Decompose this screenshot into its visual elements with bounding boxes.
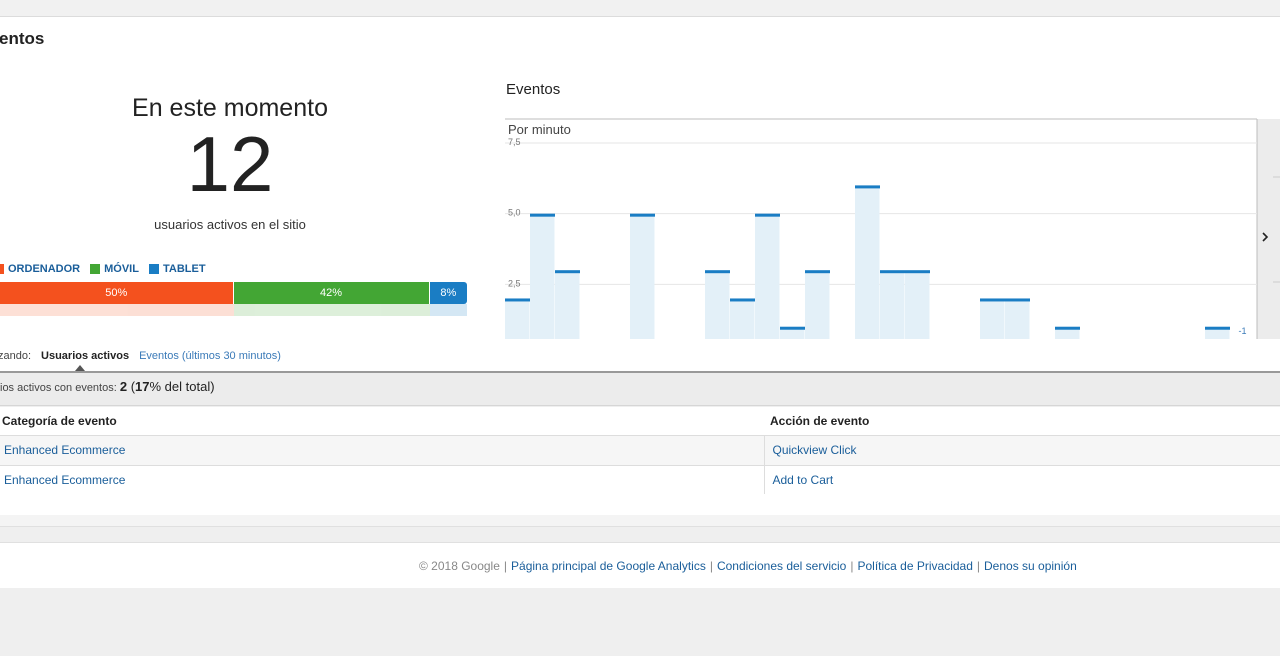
- chart-bar-cap: [705, 270, 730, 274]
- chart-side-panel: [1257, 119, 1280, 355]
- tabs-prefix: zando:: [0, 350, 32, 362]
- footer-link-terms[interactable]: Condiciones del servicio: [717, 559, 846, 573]
- y-tick-label: 7,5: [508, 137, 521, 147]
- chart-bar: [880, 270, 905, 355]
- desktop-segment: 50%: [0, 282, 234, 304]
- mobile-reflection: [233, 304, 430, 316]
- chart-bar: [905, 270, 930, 355]
- mobile-swatch: [90, 264, 101, 274]
- table-row: Enhanced Ecommerce Add to Cart: [0, 465, 1280, 496]
- legend-item-desktop: ORDENADOR: [0, 263, 80, 275]
- column-header-category[interactable]: Categoría de evento: [0, 407, 764, 436]
- desktop-swatch: [0, 264, 4, 274]
- chart-bar: [730, 298, 755, 355]
- chart-bar-cap: [855, 185, 880, 189]
- chart-bar-cap: [905, 270, 930, 274]
- chart-bar-cap: [755, 213, 780, 217]
- summary-suffix: % del total): [149, 379, 215, 394]
- footer-separator: |: [976, 558, 981, 573]
- view-tabs: zando: Usuarios activos Eventos (últimos…: [0, 350, 281, 371]
- now-label: En este momento: [132, 94, 328, 122]
- x-tick-label: -1: [1238, 326, 1246, 336]
- tablet-reflection: [429, 304, 467, 316]
- event-category-cell[interactable]: Enhanced Ecommerce: [0, 435, 765, 466]
- chart-bar-cap: [730, 298, 755, 302]
- footer-copyright: © 2018 Google: [419, 558, 500, 573]
- event-category-cell[interactable]: Enhanced Ecommerce: [0, 465, 765, 496]
- chart-bar: [1005, 298, 1030, 355]
- summary-count: 2: [119, 379, 128, 394]
- event-action-cell[interactable]: Add to Cart: [764, 465, 1280, 496]
- table-bottom-spacer: [0, 515, 1280, 527]
- chart-bar-cap: [530, 213, 555, 217]
- footer: © 2018 Google | Página principal de Goog…: [0, 542, 1280, 588]
- tab-events-30min[interactable]: Eventos (últimos 30 minutos): [139, 350, 281, 362]
- chart-bar-cap: [980, 298, 1005, 302]
- events-summary: ios activos con eventos: 2 (17% del tota…: [0, 373, 1280, 406]
- realtime-panel: entos En este momento 12 usuarios activo…: [0, 17, 1280, 372]
- footer-link-analytics-home[interactable]: Página principal de Google Analytics: [511, 559, 706, 573]
- active-users-label: usuarios activos en el sitio: [154, 217, 306, 232]
- chart-bar: [530, 213, 555, 355]
- chart-bar: [555, 270, 580, 355]
- legend-item-mobile: MÓVIL: [90, 263, 139, 275]
- chart-bar: [980, 298, 1005, 355]
- chart-bar: [705, 270, 730, 355]
- tablet-swatch: [148, 264, 159, 274]
- chart-bar-cap: [880, 270, 905, 274]
- footer-separator: |: [850, 558, 854, 573]
- y-tick-label: 2,5: [508, 278, 521, 288]
- chart-bar: [505, 298, 530, 355]
- legend-label-desktop: ORDENADOR: [8, 263, 81, 275]
- event-action-cell[interactable]: Quickview Click: [764, 435, 1280, 466]
- footer-link-feedback[interactable]: Denos su opinión: [984, 559, 1077, 573]
- chart-bar-cap: [505, 298, 530, 302]
- chart-bar: [755, 213, 780, 355]
- chart-title: Eventos: [506, 81, 561, 98]
- summary-open: (: [127, 379, 136, 394]
- desktop-reflection: [0, 304, 234, 316]
- tablet-segment: 8%: [429, 282, 467, 304]
- device-share-bar: 50% 42% 8%: [0, 282, 467, 304]
- summary-value: 2 (17% del total): [120, 379, 215, 394]
- top-bar: [0, 0, 1280, 17]
- device-legend: ORDENADOR MÓVIL TABLET: [0, 263, 206, 275]
- legend-label-tablet: TABLET: [162, 263, 206, 275]
- chart-bar-cap: [1005, 298, 1030, 302]
- page-title: entos: [0, 29, 45, 48]
- chart-bar: [855, 185, 880, 355]
- chart-bar-cap: [1205, 326, 1230, 330]
- chart-subtitle: Por minuto: [508, 122, 571, 137]
- table-header-row: Categoría de evento Acción de evento: [0, 407, 1280, 436]
- summary-percent: 17: [135, 379, 150, 394]
- events-chart-svg: 2,55,07,5Por minuto-26 min-21 min-16 min…: [505, 118, 1280, 356]
- footer-separator: |: [503, 558, 508, 573]
- chart-bar-cap: [555, 270, 580, 274]
- summary-prefix: ios activos con eventos:: [0, 382, 117, 394]
- footer-separator: |: [709, 558, 713, 573]
- y-tick-label: 5,0: [508, 208, 521, 218]
- table-spacer: [0, 494, 1280, 515]
- device-bar-reflection: [0, 304, 467, 316]
- legend-label-mobile: MÓVIL: [104, 263, 139, 275]
- chart-bar: [805, 270, 830, 355]
- chart-bar-cap: [630, 213, 655, 217]
- mobile-segment: 42%: [233, 282, 430, 304]
- footer-link-privacy[interactable]: Política de Privacidad: [857, 559, 972, 573]
- chart-bar-cap: [780, 326, 805, 330]
- events-per-minute-chart: 2,55,07,5Por minuto-26 min-21 min-16 min…: [505, 102, 1280, 356]
- chart-bar: [630, 213, 655, 355]
- tab-active-users[interactable]: Usuarios activos: [41, 350, 129, 371]
- events-table: Categoría de evento Acción de evento Enh…: [0, 407, 1280, 496]
- legend-item-tablet: TABLET: [148, 263, 206, 275]
- active-users-count: 12: [186, 120, 274, 208]
- table-row: Enhanced Ecommerce Quickview Click: [0, 435, 1280, 466]
- column-header-action[interactable]: Acción de evento: [764, 407, 1280, 436]
- chart-bar-cap: [805, 270, 830, 274]
- chart-bar-cap: [1055, 326, 1080, 330]
